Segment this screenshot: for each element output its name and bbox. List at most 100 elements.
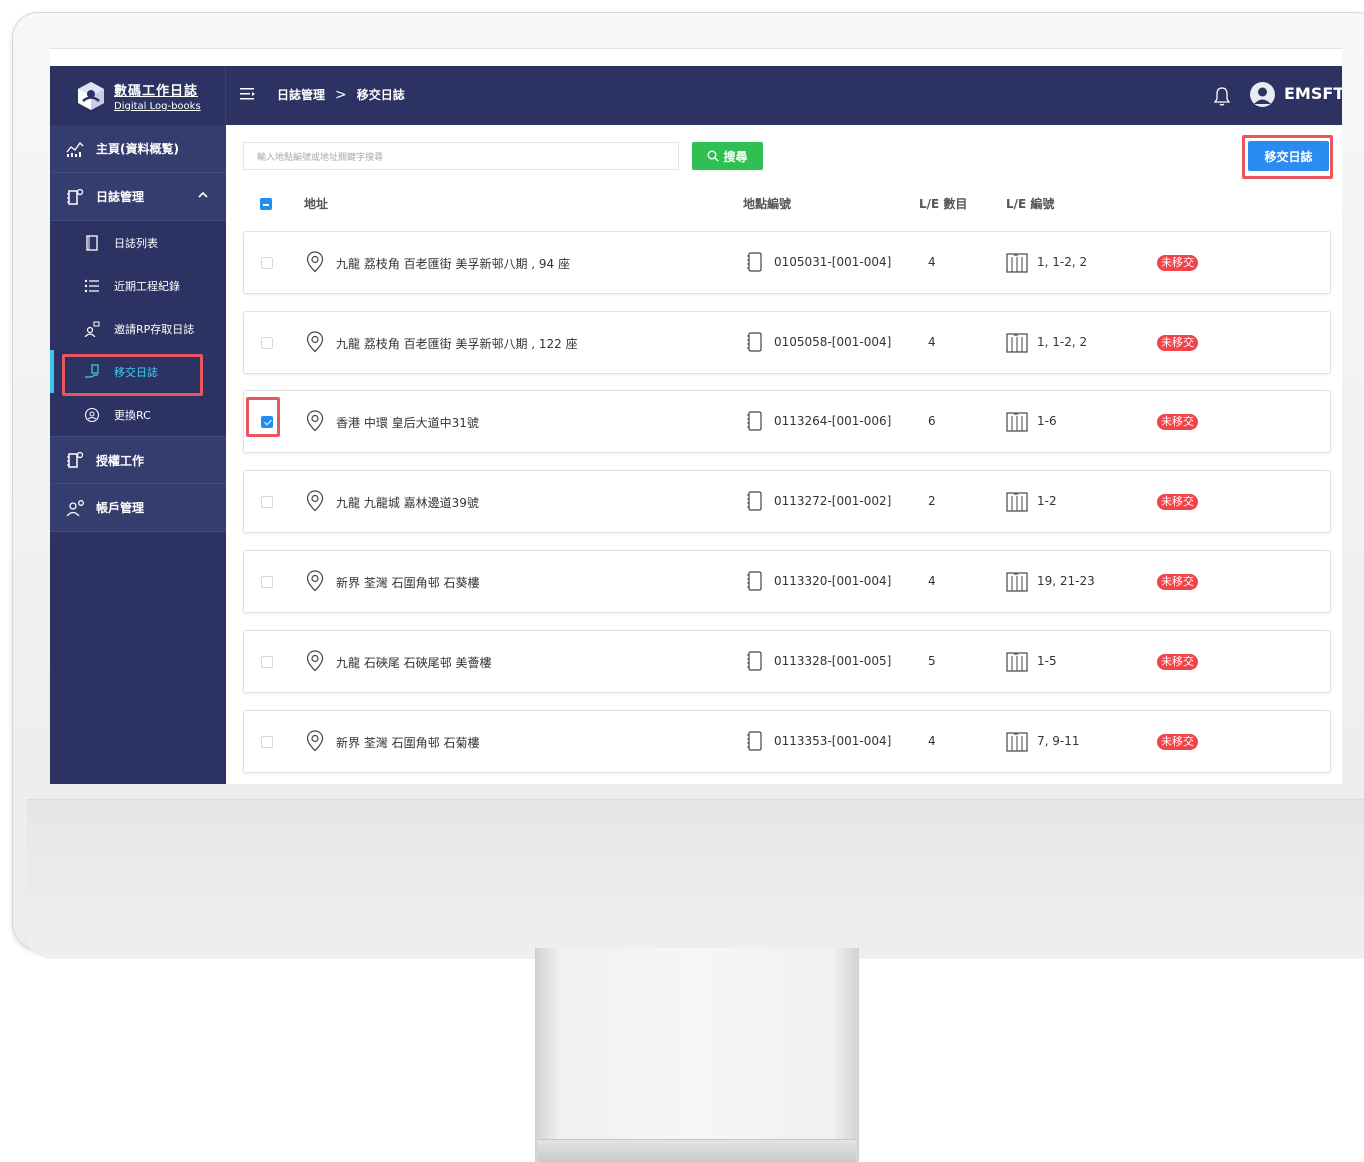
app-subtitle: Digital Log-books (114, 100, 201, 112)
location-pin-icon (306, 730, 324, 752)
row-location-code: 0113328-[001-005] (774, 654, 892, 668)
row-le-count: 4 (928, 335, 936, 349)
row-location-code: 0105031-[001-004] (774, 255, 892, 269)
row-checkbox[interactable] (261, 496, 273, 508)
sidebar-item-label: 日誌管理 (96, 190, 145, 204)
sidebar-item-logbook-management[interactable]: 日誌管理 (50, 173, 226, 221)
sidebar-item-account[interactable]: 帳戶管理 (50, 484, 226, 532)
select-all-checkbox[interactable] (260, 198, 272, 210)
elevator-icon (1006, 652, 1028, 672)
sidebar-item-label: 日誌列表 (114, 236, 158, 250)
breadcrumb: 日誌管理 > 移交日誌 (277, 86, 405, 103)
row-checkbox[interactable] (261, 576, 273, 588)
row-address: 香港 中環 皇后大道中31號 (336, 416, 479, 430)
brand[interactable]: 數碼工作日誌 Digital Log-books (50, 66, 226, 125)
row-location-code: 0113353-[001-004] (774, 734, 892, 748)
avatar[interactable] (1250, 82, 1275, 107)
row-checkbox[interactable] (261, 656, 273, 668)
search-placeholder: 輸入地點編號或地址關鍵字搜尋 (257, 152, 384, 163)
sidebar: 主頁(資料概覧) 日誌管理 日誌列表 近期工程紀錄 邀請RP存取日誌 移交日誌 … (50, 125, 226, 784)
elevator-icon (1006, 492, 1028, 512)
sidebar-item-invite-rp[interactable]: 邀請RP存取日誌 (50, 307, 226, 350)
table-row[interactable]: 九龍 九龍城 嘉林邊道39號 0113272-[001-002] 2 1-2 未… (243, 470, 1331, 533)
sidebar-item-label: 邀請RP存取日誌 (114, 322, 195, 336)
location-pin-icon (306, 251, 324, 273)
user-avatar-icon (1254, 87, 1271, 104)
header-location-code: 地點編號 (743, 197, 792, 211)
logbook-icon (67, 451, 84, 468)
status-badge: 未移交 (1157, 574, 1198, 590)
row-checkbox[interactable] (261, 736, 273, 748)
elevator-icon (1006, 333, 1028, 353)
book-icon (86, 234, 98, 251)
table-row[interactable]: 香港 中環 皇后大道中31號 0113264-[001-006] 6 1-6 未… (243, 390, 1331, 453)
header-address: 地址 (304, 197, 329, 211)
list-icon (84, 279, 99, 292)
bell-icon[interactable] (1213, 85, 1231, 107)
row-le-number: 1, 1-2, 2 (1037, 255, 1088, 269)
header-le-number: L/E 編號 (1006, 197, 1055, 211)
sidebar-item-authorized-work[interactable]: 授權工作 (50, 436, 226, 484)
row-location-code: 0105058-[001-004] (774, 335, 892, 349)
row-address: 新界 荃灣 石圍角邨 石葵樓 (336, 576, 480, 590)
row-location-code: 0113264-[001-006] (774, 414, 892, 428)
sidebar-item-dashboard[interactable]: 主頁(資料概覧) (50, 125, 226, 173)
logbook-book-icon (747, 571, 762, 591)
logbook-book-icon (747, 411, 762, 431)
search-button[interactable]: 搜尋 (692, 142, 763, 170)
account-icon (66, 499, 84, 516)
search-icon (708, 150, 719, 162)
swap-user-icon (84, 407, 100, 422)
sidebar-item-change-rc[interactable]: 更換RC (50, 393, 226, 436)
elevator-icon (1006, 732, 1028, 752)
row-checkbox[interactable] (261, 257, 273, 269)
status-badge: 未移交 (1157, 654, 1198, 670)
table-row[interactable]: 新界 荃灣 石圍角邨 石葵樓 0113320-[001-004] 4 19, 2… (243, 550, 1331, 613)
sidebar-item-label: 帳戶管理 (96, 501, 145, 515)
logbook-book-icon (747, 252, 762, 272)
app-title: 數碼工作日誌 (114, 83, 199, 99)
row-le-number: 7, 9-11 (1037, 734, 1080, 748)
logbook-book-icon (747, 731, 762, 751)
monitor-stand (535, 948, 859, 1162)
header-le-count: L/E 數目 (919, 197, 968, 211)
location-pin-icon (306, 331, 324, 353)
row-location-code: 0113272-[001-002] (774, 494, 892, 508)
row-address: 九龍 石硤尾 石硤尾邨 美薈樓 (336, 656, 492, 670)
search-button-label: 搜尋 (723, 149, 748, 164)
row-le-number: 1, 1-2, 2 (1037, 335, 1088, 349)
location-pin-icon (306, 570, 324, 592)
sidebar-item-label: 更換RC (114, 408, 151, 422)
breadcrumb-current: 移交日誌 (356, 88, 405, 102)
invite-user-icon (84, 321, 100, 337)
menu-toggle-icon[interactable] (240, 87, 256, 101)
row-le-count: 4 (928, 574, 936, 588)
row-le-count: 6 (928, 414, 936, 428)
elevator-icon (1006, 253, 1028, 273)
table-row[interactable]: 新界 荃灣 石圍角邨 石菊樓 0113353-[001-004] 4 7, 9-… (243, 710, 1331, 773)
dashboard-chart-icon (66, 141, 84, 157)
status-badge: 未移交 (1157, 335, 1198, 351)
sidebar-item-label: 授權工作 (96, 453, 145, 468)
username[interactable]: EMSFT (1284, 84, 1342, 103)
row-le-count: 4 (928, 734, 936, 748)
status-badge: 未移交 (1157, 734, 1198, 750)
location-pin-icon (306, 650, 324, 672)
logbook-book-icon (747, 332, 762, 352)
row-le-count: 5 (928, 654, 936, 668)
row-checkbox[interactable] (261, 337, 273, 349)
row-le-count: 4 (928, 255, 936, 269)
search-input[interactable]: 輸入地點編號或地址關鍵字搜尋 (243, 142, 679, 170)
row-le-number: 1-2 (1037, 494, 1057, 508)
screen-top-bezel (50, 48, 1342, 66)
sidebar-item-logbook-list[interactable]: 日誌列表 (50, 221, 226, 264)
table-row[interactable]: 九龍 荔枝角 百老匯街 美孚新邨八期 , 122 座 0105058-[001-… (243, 311, 1331, 374)
sidebar-item-recent-works[interactable]: 近期工程紀錄 (50, 264, 226, 307)
table-row[interactable]: 九龍 石硤尾 石硤尾邨 美薈樓 0113328-[001-005] 5 1-5 … (243, 630, 1331, 693)
status-badge: 未移交 (1157, 494, 1198, 510)
logbook-book-icon (747, 651, 762, 671)
table-row[interactable]: 九龍 荔枝角 百老匯街 美孚新邨八期 , 94 座 0105031-[001-0… (243, 231, 1331, 294)
breadcrumb-parent[interactable]: 日誌管理 (277, 86, 325, 103)
elevator-icon (1006, 572, 1028, 592)
chevron-up-icon[interactable] (198, 191, 208, 199)
